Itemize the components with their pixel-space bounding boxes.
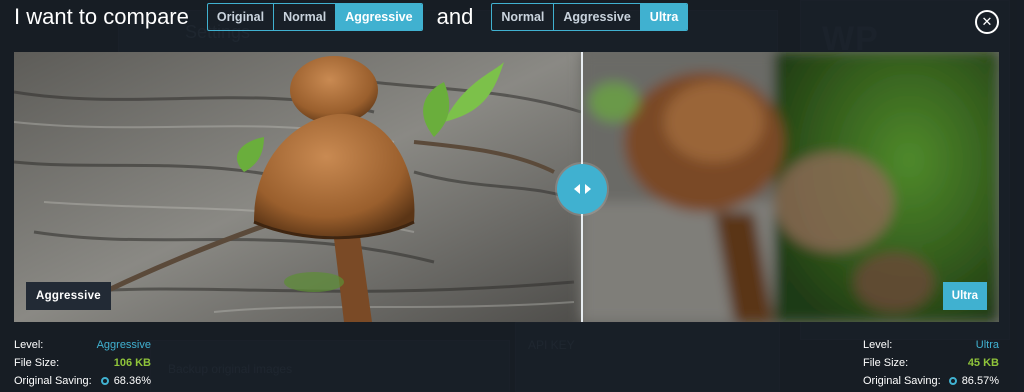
right-saving-label: Original Saving: xyxy=(863,375,941,387)
left-size-value: 106 KB xyxy=(113,357,151,369)
slider-handle[interactable] xyxy=(557,164,607,214)
and-text: and xyxy=(436,4,474,29)
left-saving: 68.36% xyxy=(100,375,151,387)
right-size-row: File Size: 45 KB xyxy=(863,354,999,372)
right-saving-value: 86.57% xyxy=(961,375,999,387)
left-saving-value: 68.36% xyxy=(113,375,151,387)
left-size-label: File Size: xyxy=(14,357,60,369)
left-level-tag: Aggressive xyxy=(26,282,112,310)
left-saving-row: Original Saving: 68.36% xyxy=(14,372,151,390)
right-size-value: 45 KB xyxy=(967,357,999,369)
arrow-left-icon xyxy=(573,184,580,194)
comparison-viewer: Aggressive Ultra xyxy=(14,52,999,322)
arrow-right-icon xyxy=(584,184,591,194)
left-option-original[interactable]: Original xyxy=(208,4,275,30)
right-level-tag: Ultra xyxy=(942,282,987,310)
right-level-value: Ultra xyxy=(975,339,999,351)
left-option-aggressive[interactable]: Aggressive xyxy=(336,4,422,30)
right-saving-row: Original Saving: 86.57% xyxy=(863,372,999,390)
right-option-ultra[interactable]: Ultra xyxy=(640,4,688,30)
right-option-aggressive[interactable]: Aggressive xyxy=(554,4,641,30)
right-level-label: Level: xyxy=(863,339,893,351)
left-option-normal[interactable]: Normal xyxy=(274,4,337,30)
right-stats: Level: Ultra File Size: 45 KB Original S… xyxy=(863,336,999,390)
compare-header: I want to compare Original Normal Aggres… xyxy=(14,2,689,32)
right-size-label: File Size: xyxy=(863,357,909,369)
comparison-image xyxy=(14,52,999,322)
left-size-row: File Size: 106 KB xyxy=(14,354,151,372)
compare-title: I want to compare xyxy=(14,4,189,29)
progress-ring-icon xyxy=(100,377,109,385)
right-saving: 86.57% xyxy=(948,375,999,387)
left-level-label: Level: xyxy=(14,339,44,351)
right-option-normal[interactable]: Normal xyxy=(492,4,555,30)
close-icon[interactable]: ✕ xyxy=(975,10,999,34)
left-level-row: Level: Aggressive xyxy=(14,336,151,354)
left-stats: Level: Aggressive File Size: 106 KB Orig… xyxy=(14,336,151,390)
right-level-selector: Normal Aggressive Ultra xyxy=(491,3,689,31)
left-level-selector: Original Normal Aggressive xyxy=(206,3,423,31)
progress-ring-icon xyxy=(948,377,957,385)
right-level-row: Level: Ultra xyxy=(863,336,999,354)
left-level-value: Aggressive xyxy=(96,339,151,351)
left-saving-label: Original Saving: xyxy=(14,375,92,387)
